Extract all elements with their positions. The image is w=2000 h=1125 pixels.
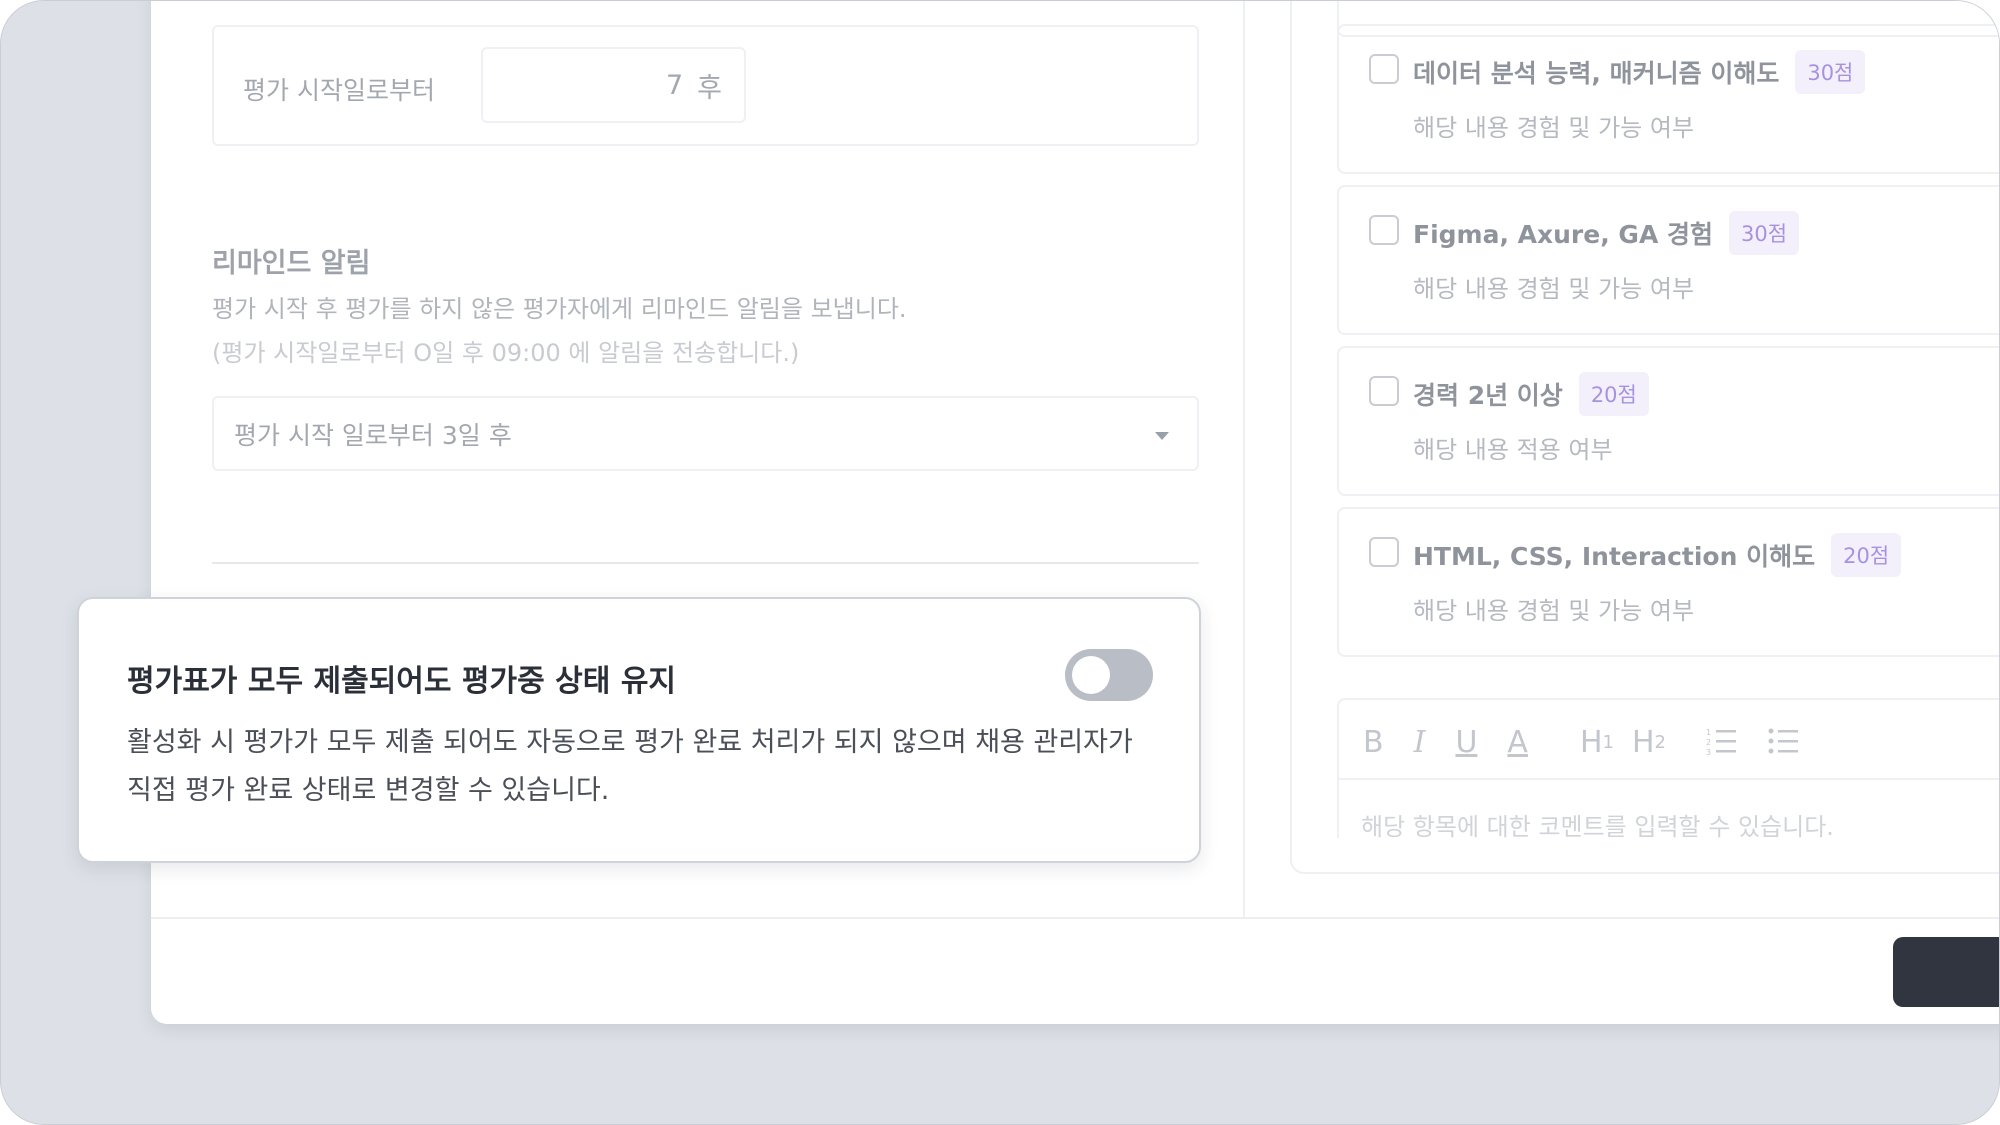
- bullet-list-icon: [1768, 728, 1798, 754]
- ordered-list-icon: 1 2 3: [1706, 728, 1736, 757]
- italic-button[interactable]: I: [1414, 725, 1426, 760]
- start-offset-input[interactable]: 7 후: [481, 47, 746, 123]
- criterion-checkbox[interactable]: [1369, 376, 1399, 406]
- underline-button[interactable]: U: [1455, 725, 1477, 760]
- criterion-header: HTML, CSS, Interaction 이해도 20점: [1413, 533, 1902, 577]
- heading-1-level: 1: [1602, 731, 1614, 753]
- criterion-description: 해당 내용 경험 및 가능 여부: [1413, 275, 1695, 303]
- criteria-card: 데이터 분석 능력, 매커니즘 이해도 30점 해당 내용 경험 및 가능 여부…: [1290, 1, 1999, 874]
- criterion-title: 데이터 분석 능력, 매커니즘 이해도: [1413, 59, 1780, 88]
- ordered-list-button[interactable]: 1 2 3: [1706, 727, 1738, 757]
- points-badge: 20점: [1831, 533, 1902, 577]
- points-badge: 20점: [1578, 372, 1649, 416]
- start-offset-box: 평가 시작일로부터 7 후: [212, 25, 1199, 146]
- evaluation-settings-window: 평가 시작일로부터 7 후 리마인드 알림 평가 시작 후 평가를 하지 않은 …: [151, 1, 1999, 1024]
- criterion-header: Figma, Axure, GA 경험 30점: [1413, 211, 1800, 255]
- keep-status-title: 평가표가 모두 제출되어도 평가중 상태 유지: [127, 664, 677, 699]
- criterion-checkbox[interactable]: [1369, 537, 1399, 567]
- editor-toolbar: B I U A H1 H2 1 2 3: [1363, 720, 1830, 764]
- reminder-title: 리마인드 알림: [212, 248, 371, 279]
- keep-status-setting-card: 평가표가 모두 제출되어도 평가중 상태 유지 활성화 시 평가가 모두 제출 …: [77, 597, 1201, 863]
- svg-text:1: 1: [1706, 728, 1711, 737]
- text-color-button[interactable]: A: [1507, 725, 1528, 760]
- heading-2-label: H: [1631, 724, 1655, 760]
- criterion-checkbox[interactable]: [1369, 54, 1399, 84]
- bold-button[interactable]: B: [1363, 725, 1384, 760]
- start-offset-label: 평가 시작일로부터: [243, 76, 435, 105]
- bullet-list-button[interactable]: [1768, 727, 1800, 757]
- reminder-select[interactable]: 평가 시작 일로부터 3일 후: [212, 396, 1199, 471]
- comment-input[interactable]: 해당 항목에 대한 코멘트를 입력할 수 있습니다.: [1361, 807, 1834, 842]
- editor-separator: [1339, 778, 1999, 780]
- keep-status-toggle[interactable]: [1065, 649, 1153, 701]
- heading-2-level: 2: [1654, 731, 1666, 753]
- keep-status-description: 활성화 시 평가가 모두 제출 되어도 자동으로 평가 완료 처리가 되지 않으…: [127, 727, 1133, 806]
- criterion-description: 해당 내용 경험 및 가능 여부: [1413, 597, 1695, 625]
- criterion-item: 데이터 분석 능력, 매커니즘 이해도 30점 해당 내용 경험 및 가능 여부: [1337, 24, 1999, 174]
- criterion-checkbox[interactable]: [1369, 215, 1399, 245]
- section-divider: [212, 562, 1199, 564]
- chevron-down-icon: [1155, 432, 1169, 440]
- criterion-item: Figma, Axure, GA 경험 30점 해당 내용 경험 및 가능 여부: [1337, 185, 1999, 335]
- heading-1-label: H: [1579, 724, 1603, 760]
- comment-editor: B I U A H1 H2 1 2 3 해당 항목에 대한 코멘트를 입력할 수…: [1337, 698, 1999, 841]
- toggle-knob: [1072, 656, 1110, 694]
- criterion-title: 경력 2년 이상: [1413, 381, 1563, 410]
- criterion-title: Figma, Axure, GA 경험: [1413, 220, 1713, 249]
- footer-divider: [151, 917, 1999, 919]
- criterion-title: HTML, CSS, Interaction 이해도: [1413, 542, 1816, 571]
- backdrop: 평가 시작일로부터 7 후 리마인드 알림 평가 시작 후 평가를 하지 않은 …: [0, 0, 2000, 1125]
- heading-2-button[interactable]: H2: [1632, 725, 1666, 760]
- primary-action-button[interactable]: [1893, 937, 1999, 1007]
- reminder-description: 평가 시작 후 평가를 하지 않은 평가자에게 리마인드 알림을 보냅니다.: [212, 295, 907, 323]
- criterion-description: 해당 내용 적용 여부: [1413, 436, 1613, 464]
- pane-divider: [1243, 1, 1245, 919]
- svg-text:2: 2: [1706, 738, 1711, 747]
- start-offset-value: 7: [665, 69, 684, 101]
- criterion-item: HTML, CSS, Interaction 이해도 20점 해당 내용 경험 …: [1337, 507, 1999, 657]
- criterion-header: 데이터 분석 능력, 매커니즘 이해도 30점: [1413, 50, 1866, 94]
- reminder-select-value: 평가 시작 일로부터 3일 후: [234, 420, 512, 450]
- points-badge: 30점: [1729, 211, 1800, 255]
- heading-1-button[interactable]: H1: [1580, 725, 1614, 760]
- start-offset-unit: 후: [697, 72, 722, 104]
- criterion-description: 해당 내용 경험 및 가능 여부: [1413, 114, 1695, 142]
- points-badge: 30점: [1795, 50, 1866, 94]
- criterion-header: 경력 2년 이상 20점: [1413, 372, 1649, 416]
- criterion-item: 경력 2년 이상 20점 해당 내용 적용 여부: [1337, 346, 1999, 496]
- reminder-note: (평가 시작일로부터 O일 후 09:00 에 알림을 전송합니다.): [212, 339, 800, 367]
- svg-text:3: 3: [1706, 748, 1711, 757]
